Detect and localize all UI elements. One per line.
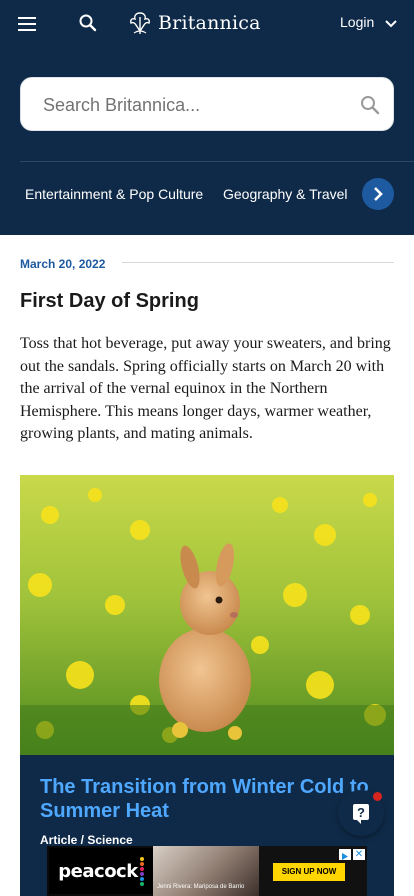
date-row: March 20, 2022 <box>20 255 394 271</box>
category-geography[interactable]: Geography & Travel <box>223 186 348 202</box>
hero-panel: Entertainment & Pop Culture Geography & … <box>0 47 414 235</box>
chevron-right-icon[interactable] <box>362 178 394 210</box>
ad-logo: peacock <box>49 848 153 894</box>
britannica-logo[interactable]: Britannica <box>126 8 261 38</box>
ad-choices-icon[interactable] <box>339 849 351 860</box>
thistle-logo-icon <box>130 12 150 34</box>
logo-text: Britannica <box>158 12 261 34</box>
top-nav-bar: Britannica Login <box>0 0 414 47</box>
search-icon[interactable] <box>76 11 100 35</box>
intro-paragraph: Toss that hot beverage, put away your sw… <box>20 335 391 443</box>
login-link[interactable]: Login <box>340 14 374 30</box>
search-box <box>20 77 394 131</box>
bunny-in-dandelions-image[interactable] <box>20 475 394 755</box>
card-meta: Article / Science <box>40 833 133 847</box>
article-date: March 20, 2022 <box>20 257 106 271</box>
peacock-dots-icon <box>139 856 144 886</box>
category-entertainment[interactable]: Entertainment & Pop Culture <box>25 186 203 202</box>
card-title[interactable]: The Transition from Winter Cold to Summe… <box>40 775 380 823</box>
notification-dot <box>373 792 382 801</box>
category-nav: Entertainment & Pop Culture Geography & … <box>0 174 414 214</box>
ad-signup-button[interactable]: SIGN UP NOW <box>273 863 345 881</box>
divider <box>20 161 414 162</box>
ad-brand: peacock <box>58 860 138 882</box>
chevron-down-icon[interactable] <box>384 17 398 31</box>
svg-text:?: ? <box>357 805 365 820</box>
search-submit-icon[interactable] <box>359 94 381 116</box>
search-input[interactable] <box>43 92 343 118</box>
ad-banner[interactable]: peacock Jenni Rivera: Mariposa de Barrio… <box>47 846 367 896</box>
page-title: First Day of Spring <box>20 290 199 312</box>
divider <box>122 262 394 263</box>
hamburger-menu-icon[interactable] <box>16 14 40 34</box>
ad-close-icon[interactable]: ✕ <box>353 849 365 860</box>
ad-caption: Jenni Rivera: Mariposa de Barrio <box>157 884 245 890</box>
